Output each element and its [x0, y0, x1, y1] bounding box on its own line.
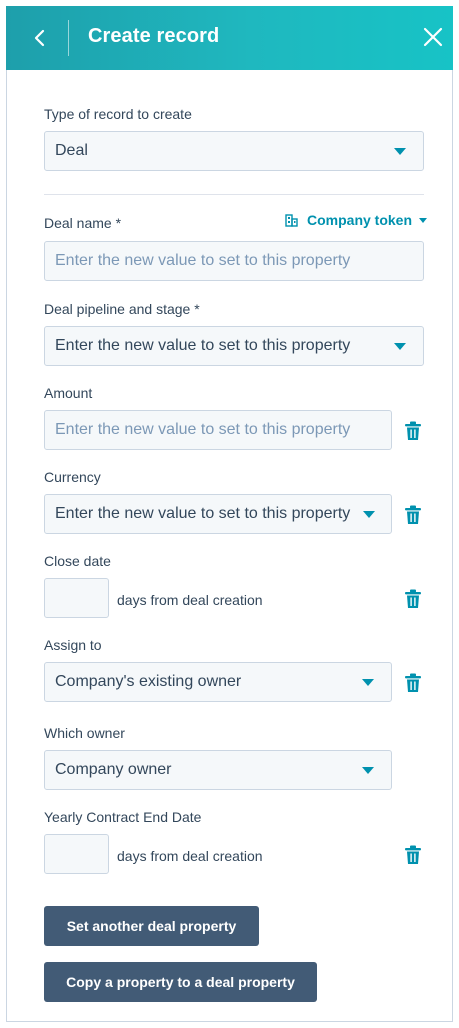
trash-icon[interactable] — [404, 421, 422, 441]
contract-end-suffix: days from deal creation — [117, 848, 263, 864]
which-owner-value: Company owner — [55, 761, 172, 778]
amount-label: Amount — [44, 385, 93, 401]
header-divider — [68, 20, 69, 56]
trash-icon[interactable] — [404, 589, 422, 609]
chevron-down-icon — [362, 767, 374, 774]
currency-select[interactable]: Enter the new value to set to this prope… — [44, 494, 392, 534]
close-icon[interactable] — [420, 24, 446, 50]
amount-placeholder: Enter the new value to set to this prope… — [55, 421, 351, 438]
chevron-down-icon — [363, 511, 375, 518]
amount-input[interactable]: Enter the new value to set to this prope… — [44, 410, 392, 450]
caret-down-icon — [419, 218, 428, 223]
close-date-label: Close date — [44, 553, 111, 569]
record-type-label: Type of record to create — [44, 106, 192, 122]
currency-value: Enter the new value to set to this prope… — [55, 505, 351, 522]
record-type-value: Deal — [55, 142, 88, 159]
close-date-days-input[interactable] — [44, 578, 109, 618]
trash-icon[interactable] — [404, 845, 422, 865]
panel-title: Create record — [88, 25, 220, 47]
assign-to-select[interactable]: Company's existing owner — [44, 662, 392, 702]
set-another-property-button[interactable]: Set another deal property — [44, 906, 259, 946]
contract-end-days-input[interactable] — [44, 834, 109, 874]
copy-property-button[interactable]: Copy a property to a deal property — [44, 962, 317, 1002]
building-icon — [285, 214, 298, 227]
deal-name-input[interactable]: Enter the new value to set to this prope… — [44, 241, 424, 281]
which-owner-select[interactable]: Company owner — [44, 750, 392, 790]
panel-header: Create record — [6, 6, 453, 70]
section-divider — [44, 194, 424, 195]
chevron-down-icon — [394, 343, 406, 350]
deal-name-label: Deal name * — [44, 215, 122, 231]
assign-to-value: Company's existing owner — [55, 673, 242, 690]
trash-icon[interactable] — [404, 673, 422, 693]
record-type-select[interactable]: Deal — [44, 131, 424, 171]
pipeline-select[interactable]: Enter the new value to set to this prope… — [44, 326, 424, 366]
close-date-suffix: days from deal creation — [117, 592, 263, 608]
which-owner-label: Which owner — [44, 725, 125, 741]
assign-to-label: Assign to — [44, 637, 102, 653]
chevron-down-icon — [362, 679, 374, 686]
company-token-dropdown[interactable]: Company token — [285, 212, 428, 228]
chevron-down-icon — [394, 148, 406, 155]
pipeline-label: Deal pipeline and stage * — [44, 301, 200, 317]
pipeline-value: Enter the new value to set to this prope… — [55, 337, 351, 354]
chevron-left-icon[interactable] — [28, 24, 52, 52]
company-token-label: Company token — [307, 212, 413, 228]
deal-name-placeholder: Enter the new value to set to this prope… — [55, 252, 351, 269]
currency-label: Currency — [44, 469, 101, 485]
trash-icon[interactable] — [404, 505, 422, 525]
contract-end-label: Yearly Contract End Date — [44, 809, 202, 825]
